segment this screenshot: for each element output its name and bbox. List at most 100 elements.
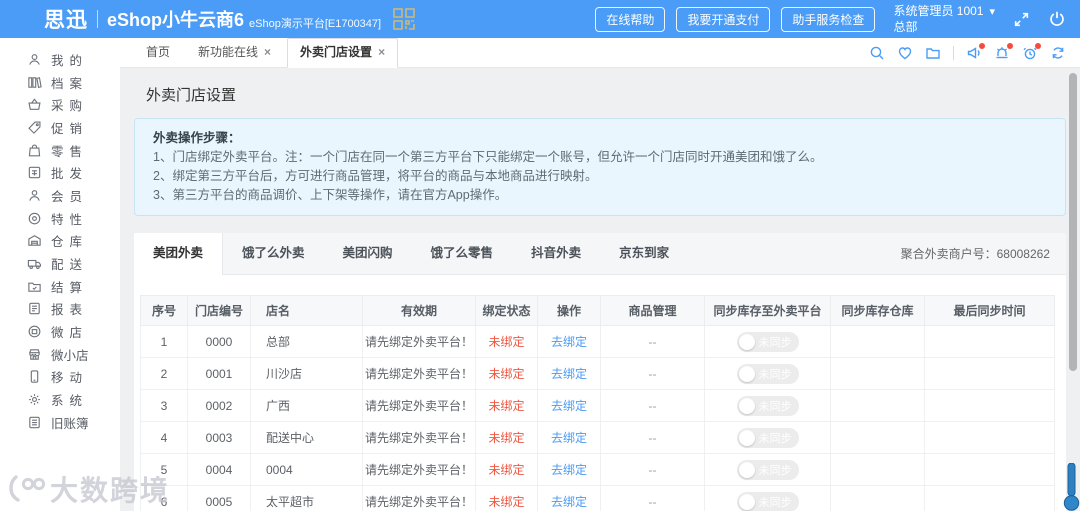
platform-tab[interactable]: 美团闪购 — [324, 233, 412, 274]
go-bind-link[interactable]: 去绑定 — [551, 399, 587, 413]
go-bind-link[interactable]: 去绑定 — [551, 495, 587, 509]
nav-tab-label: 外卖门店设置 — [300, 45, 373, 59]
cell-sync-toggle: 未同步 — [704, 357, 831, 390]
go-bind-link[interactable]: 去绑定 — [551, 367, 587, 381]
sidebar-item[interactable]: 仓库 — [0, 230, 120, 253]
sidebar-item[interactable]: 档案 — [0, 71, 120, 94]
delivery-platform-card: 美团外卖 饿了么外卖 美团闪购 饿了么零售 抖音外卖 京东到家 聚合外卖商户号：… — [134, 233, 1066, 511]
sidebar-item[interactable]: 零售 — [0, 139, 120, 162]
platform-tab[interactable]: 美团外卖 — [134, 233, 224, 275]
sidebar-item[interactable]: 微小店 — [0, 343, 120, 366]
cell-index: 4 — [140, 421, 188, 454]
sidebar-item[interactable]: 促销 — [0, 116, 120, 139]
alarm-clock-icon[interactable] — [1022, 42, 1041, 61]
nav-tab[interactable]: 首页 — [134, 38, 182, 68]
bag-icon — [27, 143, 42, 158]
sidebar-item[interactable]: 特性 — [0, 207, 120, 230]
nav-tab[interactable]: 新功能在线 — [186, 38, 283, 68]
cell-goods-manage: -- — [600, 421, 705, 454]
sidebar-item[interactable]: 我的 — [0, 48, 120, 71]
cell-validity: 请先绑定外卖平台！ — [362, 421, 476, 454]
vertical-scrollbar-thumb[interactable] — [1069, 73, 1077, 371]
cell-goods-manage: -- — [600, 453, 705, 486]
cell-action: 去绑定 — [537, 357, 601, 390]
ministore-icon — [27, 347, 42, 362]
platform-tab[interactable]: 抖音外卖 — [512, 233, 600, 274]
sync-toggle-switch[interactable]: 未同步 — [736, 491, 799, 511]
qr-code-icon[interactable] — [391, 6, 417, 32]
platform-tab[interactable]: 京东到家 — [600, 233, 688, 274]
cell-goods-manage: -- — [600, 357, 705, 390]
user-menu[interactable]: 系统管理员 1001 总部 — [893, 4, 995, 35]
feature-icon — [27, 211, 42, 226]
sidebar-item[interactable]: 采购 — [0, 93, 120, 116]
scroll-position-indicator — [1063, 463, 1080, 511]
fullscreen-icon[interactable] — [1013, 11, 1030, 28]
table-header-cell: 同步库存至外卖平台 — [704, 295, 831, 326]
table-row: 5 0004 0004 请先绑定外卖平台！ 未绑定 去绑定 -- 未同步 — [140, 453, 1055, 486]
platform-tab[interactable]: 饿了么外卖 — [223, 233, 324, 274]
cell-sync-toggle: 未同步 — [704, 453, 831, 486]
folder-icon[interactable] — [925, 45, 941, 61]
sidebar-item-label: 特性 — [51, 212, 89, 227]
search-icon[interactable] — [869, 45, 885, 61]
sidebar-item-label: 移动 — [51, 371, 89, 386]
platform-tab[interactable]: 饿了么零售 — [412, 233, 513, 274]
sidebar-item[interactable]: 微店 — [0, 320, 120, 343]
store-binding-table: 序号 门店编号 店名 有效期 绑定状态 操作 商品管理 同步库存至外卖平台 同步… — [140, 295, 1055, 511]
main-content: 首页 新功能在线 外卖门店设置 — [120, 37, 1080, 511]
workspace: 我的 档案 采购 促销 零售 批发 会员 特性 仓库 配送 结算 报表 微店 微… — [0, 37, 1080, 511]
sync-toggle-switch[interactable]: 未同步 — [736, 331, 799, 352]
header-action-button[interactable]: 在线帮助 — [595, 6, 666, 32]
table-row: 4 0003 配送中心 请先绑定外卖平台！ 未绑定 去绑定 -- 未同步 — [140, 421, 1055, 454]
sidebar-item[interactable]: 结算 — [0, 275, 120, 298]
sidebar-item[interactable]: 批发 — [0, 161, 120, 184]
sync-toggle-switch[interactable]: 未同步 — [736, 427, 799, 448]
cell-bind-status: 未绑定 — [475, 421, 538, 454]
cell-last-sync — [924, 357, 1055, 390]
microstore-icon — [27, 324, 42, 339]
truck-icon — [27, 256, 42, 271]
cell-bind-status: 未绑定 — [475, 485, 538, 511]
close-icon[interactable] — [264, 38, 271, 67]
cell-bind-status: 未绑定 — [475, 389, 538, 422]
sidebar-item[interactable]: 会员 — [0, 184, 120, 207]
page-body: 外卖门店设置 外卖操作步骤： 1、门店绑定外卖平台。注：一个门店在同一个第三方平… — [120, 68, 1080, 511]
sync-toggle-switch[interactable]: 未同步 — [736, 395, 799, 416]
sync-toggle-switch[interactable]: 未同步 — [736, 363, 799, 384]
header-action-button[interactable]: 我要开通支付 — [676, 6, 771, 32]
sidebar-item[interactable]: 旧账簿 — [0, 411, 120, 434]
table-header-cell: 最后同步时间 — [924, 295, 1055, 326]
cell-store-no: 0002 — [187, 389, 251, 422]
basket-icon — [27, 97, 42, 112]
page-title: 外卖门店设置 — [146, 87, 237, 104]
announcement-icon[interactable] — [966, 42, 985, 61]
user-name: 系统管理员 1001 — [893, 4, 984, 18]
sidebar-item-label: 系统 — [51, 394, 89, 409]
power-icon[interactable] — [1048, 10, 1066, 28]
sidebar-item[interactable]: 移动 — [0, 366, 120, 389]
user-icon — [27, 52, 42, 67]
cell-validity: 请先绑定外卖平台！ — [362, 357, 476, 390]
refresh-icon[interactable] — [1050, 45, 1066, 61]
cell-bind-status: 未绑定 — [475, 357, 538, 390]
go-bind-link[interactable]: 去绑定 — [551, 463, 587, 477]
platform-subtitle: eShop演示平台[E1700347] — [249, 18, 382, 30]
go-bind-link[interactable]: 去绑定 — [551, 335, 587, 349]
cell-store-name: 广西 — [250, 389, 363, 422]
table-row: 3 0002 广西 请先绑定外卖平台！ 未绑定 去绑定 -- 未同步 — [140, 389, 1055, 422]
sidebar-item[interactable]: 系统 — [0, 388, 120, 411]
sidebar-item[interactable]: 配送 — [0, 252, 120, 275]
table-row: 1 0000 总部 请先绑定外卖平台！ 未绑定 去绑定 -- 未同步 — [140, 325, 1055, 358]
sync-toggle-switch[interactable]: 未同步 — [736, 459, 799, 480]
sidebar-item[interactable]: 报表 — [0, 298, 120, 321]
go-bind-link[interactable]: 去绑定 — [551, 431, 587, 445]
brand-divider — [97, 10, 98, 28]
header-action-button[interactable]: 助手服务检查 — [781, 6, 876, 32]
sidebar-item-label: 旧账簿 — [51, 416, 89, 431]
favorite-heart-icon[interactable] — [897, 45, 913, 61]
nav-tab[interactable]: 外卖门店设置 — [287, 37, 399, 68]
close-icon[interactable] — [378, 38, 385, 67]
alert-siren-icon[interactable] — [994, 42, 1013, 61]
cell-validity: 请先绑定外卖平台！ — [362, 453, 476, 486]
